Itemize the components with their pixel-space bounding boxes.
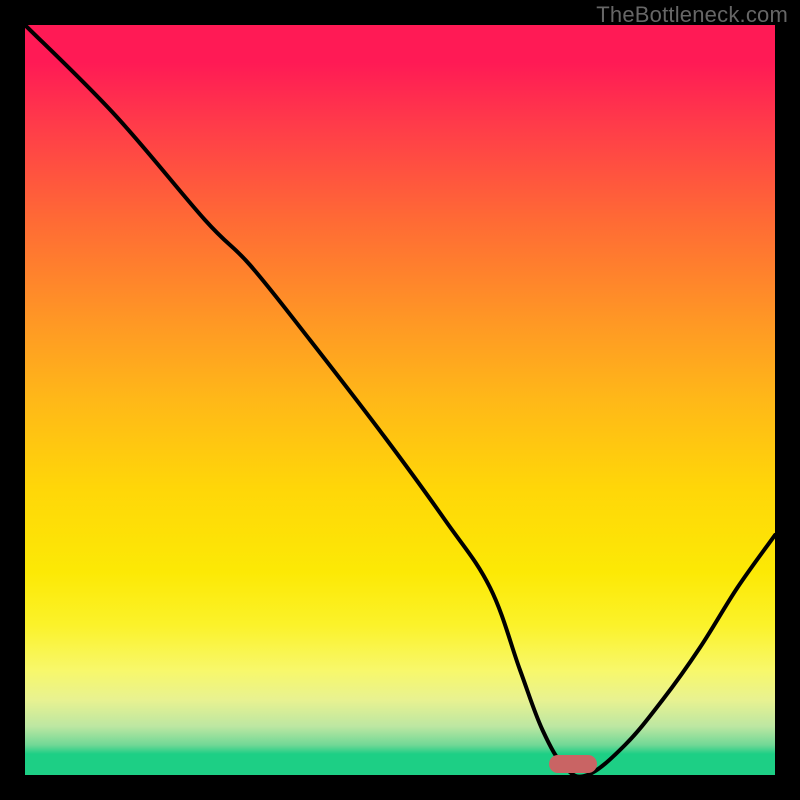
plot-area — [25, 25, 775, 775]
optimum-marker — [549, 755, 597, 773]
curve-svg — [25, 25, 775, 775]
watermark: TheBottleneck.com — [596, 2, 788, 28]
chart-frame — [0, 0, 800, 800]
bottleneck-curve-path — [25, 25, 775, 775]
